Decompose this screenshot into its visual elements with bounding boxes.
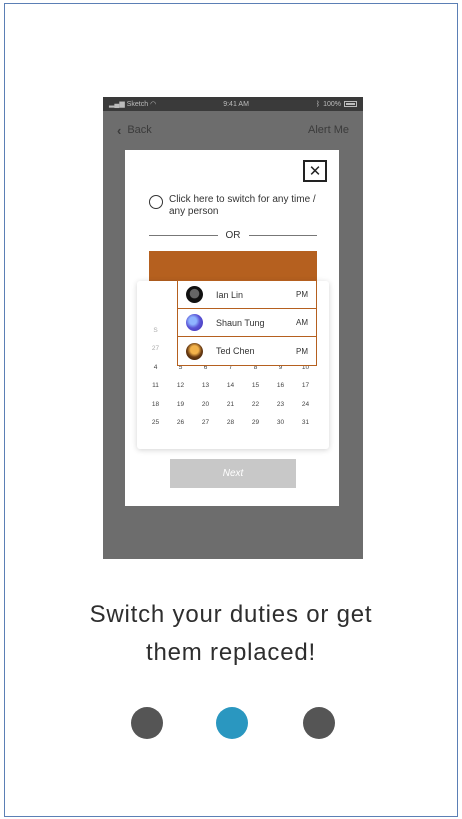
person-name: Shaun Tung bbox=[216, 317, 265, 328]
calendar-day[interactable]: 11 bbox=[143, 382, 168, 389]
calendar-day[interactable]: 18 bbox=[143, 401, 168, 408]
calendar-day[interactable]: 22 bbox=[243, 401, 268, 408]
phone-mockup: ▂▄▆ Sketch ◠ 9:41 AM ᛒ 100% ‹ Back Alert… bbox=[103, 97, 363, 559]
avatar bbox=[186, 342, 203, 360]
calendar-day[interactable]: 29 bbox=[243, 419, 268, 426]
calendar-day[interactable]: 23 bbox=[268, 401, 293, 408]
pagination-dots bbox=[0, 707, 462, 741]
bluetooth-icon: ᛒ bbox=[315, 100, 321, 108]
status-time: 9:41 AM bbox=[223, 100, 249, 108]
weekday-label: S bbox=[153, 326, 158, 334]
battery-indicator: ᛒ 100% bbox=[316, 101, 357, 108]
status-bar: ▂▄▆ Sketch ◠ 9:41 AM ᛒ 100% bbox=[103, 97, 363, 111]
or-divider: OR bbox=[149, 230, 317, 241]
close-icon: ✕ bbox=[308, 163, 322, 180]
calendar-day[interactable]: 19 bbox=[168, 401, 193, 408]
calendar-day[interactable]: 31 bbox=[293, 419, 318, 426]
switch-any-option[interactable]: Click here to switch for any time / any … bbox=[149, 194, 319, 218]
switch-any-label: Click here to switch for any time / any … bbox=[169, 194, 316, 217]
avatar bbox=[186, 314, 203, 331]
next-button[interactable]: Next bbox=[170, 459, 296, 488]
page-dot-active[interactable] bbox=[216, 707, 248, 739]
person-name: Ted Chen bbox=[216, 346, 255, 356]
calendar-day[interactable]: 17 bbox=[293, 382, 318, 389]
radio-button[interactable] bbox=[149, 195, 163, 209]
person-period: PM bbox=[296, 290, 308, 299]
back-button[interactable]: ‹ Back bbox=[117, 123, 152, 138]
or-label: OR bbox=[225, 230, 241, 241]
carrier-indicator: ▂▄▆ Sketch ◠ bbox=[109, 100, 157, 109]
wifi-icon: ◠ bbox=[150, 101, 157, 108]
page-dot[interactable] bbox=[303, 707, 335, 739]
person-option-shaun-tung[interactable]: Shaun Tung AM bbox=[178, 309, 316, 337]
person-dropdown: Ian Lin PM Shaun Tung AM Ted Chen PM bbox=[177, 280, 317, 366]
calendar-day[interactable]: 26 bbox=[168, 419, 193, 426]
close-button[interactable]: ✕ bbox=[303, 160, 327, 182]
person-option-ted-chen[interactable]: Ted Chen PM bbox=[178, 337, 316, 365]
person-period: PM bbox=[296, 346, 308, 356]
carrier-name: Sketch bbox=[126, 100, 149, 108]
calendar-day[interactable]: 16 bbox=[268, 382, 293, 389]
calendar-week-row: 25 26 27 28 29 30 31 bbox=[143, 414, 323, 433]
calendar-day[interactable]: 4 bbox=[143, 364, 168, 371]
calendar-day[interactable]: 27 bbox=[193, 419, 218, 426]
calendar-day[interactable]: 21 bbox=[218, 401, 243, 408]
calendar-day[interactable]: 14 bbox=[218, 382, 243, 389]
person-option-ian-lin[interactable]: Ian Lin PM bbox=[178, 281, 316, 309]
calendar-day[interactable]: 30 bbox=[268, 419, 293, 426]
switch-duty-modal: ✕ Click here to switch for any time / an… bbox=[125, 150, 339, 506]
caption-line-1: Switch your duties or get bbox=[89, 601, 373, 628]
calendar-day[interactable]: 24 bbox=[293, 401, 318, 408]
battery-icon bbox=[343, 101, 357, 107]
calendar-day[interactable]: 12 bbox=[168, 382, 193, 389]
selection-header-bar[interactable] bbox=[149, 251, 317, 281]
divider-line-left bbox=[149, 235, 218, 236]
calendar-day[interactable]: 13 bbox=[193, 382, 218, 389]
calendar-day[interactable]: 25 bbox=[143, 419, 168, 426]
onboarding-caption: Switch your duties or get them replaced! bbox=[30, 596, 432, 672]
person-period: AM bbox=[296, 318, 308, 327]
person-name: Ian Lin bbox=[216, 289, 244, 300]
calendar-day[interactable]: 28 bbox=[218, 419, 243, 426]
nav-bar: ‹ Back Alert Me bbox=[103, 119, 363, 141]
page-dot[interactable] bbox=[131, 707, 163, 739]
calendar-day[interactable]: 20 bbox=[193, 401, 218, 408]
avatar bbox=[186, 286, 203, 303]
calendar-day[interactable]: 15 bbox=[243, 382, 268, 389]
calendar-day[interactable]: 27 bbox=[143, 345, 168, 352]
chevron-left-icon: ‹ bbox=[117, 122, 122, 138]
battery-percent: 100% bbox=[323, 100, 341, 108]
calendar-week-row: 11 12 13 14 15 16 17 bbox=[143, 377, 323, 396]
caption-line-2: them replaced! bbox=[146, 639, 316, 666]
alert-me-button[interactable]: Alert Me bbox=[308, 124, 349, 136]
calendar-week-row: 18 19 20 21 22 23 24 bbox=[143, 395, 323, 414]
signal-icon: ▂▄▆ bbox=[109, 101, 125, 108]
back-label: Back bbox=[127, 124, 152, 136]
divider-line-right bbox=[248, 235, 317, 236]
